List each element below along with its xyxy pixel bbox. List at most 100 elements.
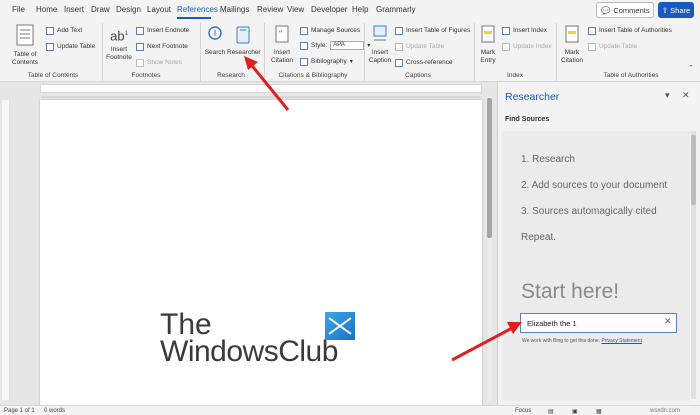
mark-entry-button[interactable]: Mark Entry	[476, 24, 500, 65]
researcher-pane-title: Researcher	[505, 91, 560, 103]
insert-table-of-figures-button[interactable]: Insert Table of Figures	[395, 26, 470, 35]
tab-mailings[interactable]: Mailings	[220, 5, 249, 14]
footnote-icon: ab1	[110, 28, 128, 44]
pane-options-icon[interactable]: ▾	[665, 90, 670, 101]
tab-help[interactable]: Help	[352, 5, 368, 14]
start-here-heading: Start here!	[521, 280, 620, 303]
word-count[interactable]: 0 words	[44, 408, 65, 414]
bibliography-button[interactable]: Bibliography ▾	[300, 57, 353, 66]
share-icon: ⇧	[661, 5, 669, 15]
mark-citation-button[interactable]: Mark Citation	[558, 24, 586, 65]
manage-sources-button[interactable]: Manage Sources	[300, 26, 360, 35]
horizontal-ruler[interactable]	[40, 84, 482, 98]
bibliography-icon	[300, 57, 308, 66]
table-of-contents-icon	[16, 24, 34, 46]
group-separator	[102, 23, 103, 81]
cross-reference-icon	[395, 58, 403, 67]
read-mode-icon[interactable]: ▤	[548, 408, 554, 415]
tab-references[interactable]: References	[177, 5, 218, 14]
group-label-authorities: Table of Authorities	[603, 72, 659, 79]
insert-table-of-authorities-button[interactable]: Insert Table of Authorities	[588, 26, 672, 35]
comments-button[interactable]: 💬 Comments	[596, 2, 654, 18]
mark-citation-icon	[565, 25, 579, 43]
tab-grammarly[interactable]: Grammarly	[376, 5, 416, 14]
tab-view[interactable]: View	[287, 5, 304, 14]
insert-index-button[interactable]: Insert Index	[502, 26, 547, 35]
update-figures-table-button[interactable]: Update Table	[395, 42, 444, 51]
focus-button[interactable]: Focus	[515, 408, 531, 414]
chevron-down-icon: ▾	[349, 59, 353, 65]
group-separator	[556, 23, 557, 81]
tab-insert[interactable]: Insert	[64, 5, 84, 14]
cross-reference-button[interactable]: Cross-reference	[395, 58, 453, 67]
step-2: 2. Add sources to your document	[521, 180, 668, 191]
table-of-contents-button[interactable]: Table of Contents	[8, 24, 42, 67]
group-separator	[364, 23, 365, 81]
insert-citation-button[interactable]: " Insert Citation	[266, 24, 298, 65]
windowsclub-logo-icon	[325, 312, 355, 340]
researcher-icon	[236, 26, 250, 44]
update-authorities-table-button[interactable]: Update Table	[588, 42, 637, 51]
tab-draw[interactable]: Draw	[91, 5, 110, 14]
insert-footnote-button[interactable]: ab1 Insert Footnote	[104, 24, 134, 62]
close-icon[interactable]: ✕	[682, 90, 690, 101]
style-select[interactable]: APA	[330, 41, 365, 50]
vertical-ruler[interactable]	[2, 100, 10, 400]
table-of-authorities-icon	[588, 26, 596, 35]
web-layout-icon[interactable]: ▦	[596, 408, 602, 415]
group-label-research: Research	[217, 72, 245, 79]
tab-developer[interactable]: Developer	[311, 5, 347, 14]
update-index-icon	[502, 42, 510, 51]
group-separator	[200, 23, 201, 81]
researcher-button[interactable]: Researcher	[227, 26, 261, 57]
update-index-button[interactable]: Update Index	[502, 42, 552, 51]
watermark-text: wsxdn.com	[650, 408, 681, 414]
privacy-statement-link[interactable]: Privacy Statement	[601, 338, 642, 344]
group-label-citations: Citations & Bibliography	[278, 72, 348, 79]
caption-icon	[373, 25, 387, 41]
next-footnote-button[interactable]: Next Footnote	[136, 42, 188, 51]
tab-review[interactable]: Review	[257, 5, 283, 14]
table-of-figures-icon	[395, 26, 403, 35]
style-dropdown[interactable]: Style: APA ▾	[300, 41, 370, 50]
researcher-search-input[interactable]: Elizabeth the 1	[520, 313, 677, 333]
show-notes-icon	[136, 58, 144, 67]
tab-file[interactable]: File	[12, 5, 25, 14]
pane-scrollbar-thumb[interactable]	[691, 135, 696, 205]
comment-icon: 💬	[601, 5, 611, 15]
insert-index-icon	[502, 26, 510, 35]
group-label-captions: Captions	[405, 72, 431, 79]
step-3: 3. Sources automagically cited	[521, 206, 657, 217]
share-button[interactable]: ⇧ Share	[658, 2, 694, 18]
step-repeat: Repeat.	[521, 232, 557, 243]
add-text-icon	[46, 26, 54, 35]
group-label-index: Index	[507, 72, 523, 79]
search-input-value: Elizabeth the 1	[527, 318, 577, 328]
tab-home[interactable]: Home	[36, 5, 57, 14]
manage-sources-icon	[300, 26, 308, 35]
citation-icon: "	[275, 25, 289, 43]
page-count[interactable]: Page 1 of 1	[4, 408, 35, 414]
update-table-button[interactable]: Update Table	[46, 42, 95, 51]
bing-notice: We work with Bing to get this done. Priv…	[522, 338, 642, 344]
add-text-button[interactable]: Add Text	[46, 26, 82, 35]
logo-mark	[328, 317, 352, 335]
show-notes-button[interactable]: Show Notes	[136, 58, 182, 67]
update-table-icon	[395, 42, 403, 51]
mark-entry-icon	[481, 25, 495, 43]
tab-design[interactable]: Design	[116, 5, 141, 14]
document-scrollbar-thumb[interactable]	[487, 98, 492, 238]
clear-search-icon[interactable]: ✕	[664, 316, 672, 327]
collapse-ribbon-icon[interactable]: ⌃	[688, 64, 694, 72]
group-separator	[474, 23, 475, 81]
insert-caption-button[interactable]: Insert Caption	[367, 24, 393, 65]
search-button[interactable]: Search	[203, 26, 227, 57]
logo-text-windowsclub: WindowsClub	[160, 335, 338, 368]
insert-endnote-button[interactable]: Insert Endnote	[136, 26, 189, 35]
group-separator	[264, 23, 265, 81]
print-layout-icon[interactable]: ▣	[572, 408, 578, 415]
status-bar: Page 1 of 1 0 words Focus ▤ ▣ ▦ wsxdn.co…	[0, 405, 700, 415]
tab-layout[interactable]: Layout	[147, 5, 171, 14]
group-label-footnotes: Footnotes	[131, 72, 161, 79]
svg-text:": "	[279, 29, 282, 39]
